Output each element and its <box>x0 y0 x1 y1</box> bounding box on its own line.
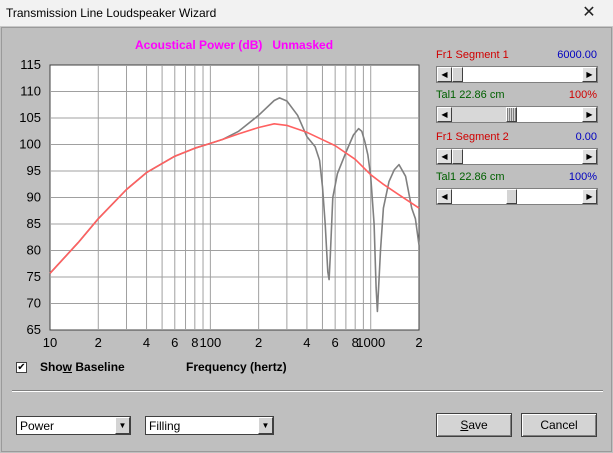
chevron-down-icon[interactable]: ▼ <box>115 417 130 434</box>
show-baseline-label-post: Baseline <box>72 360 125 374</box>
x-tick-label: 1000 <box>356 335 385 350</box>
segment2-slider[interactable]: ◀ ▶ <box>436 148 598 165</box>
cancel-button[interactable]: Cancel <box>521 413 597 437</box>
y-tick-label: 70 <box>27 296 41 311</box>
tal1-label: Tal1 22.86 cm <box>436 89 505 101</box>
y-tick-label: 75 <box>27 269 41 284</box>
material-select[interactable]: Filling ▼ <box>145 416 274 435</box>
show-baseline-checkbox[interactable]: ✔ <box>16 362 27 373</box>
mode-select[interactable]: Power ▼ <box>16 416 131 435</box>
tal1-value: 100% <box>568 89 597 101</box>
x-tick-label: 8 <box>191 335 198 350</box>
left-arrow-icon[interactable]: ◀ <box>437 189 452 204</box>
x-axis-title: Frequency (hertz) <box>186 360 287 374</box>
segment1-slider-thumb[interactable] <box>452 67 463 82</box>
show-baseline-label-pre: Sho <box>40 360 63 374</box>
y-tick-label: 90 <box>27 190 41 205</box>
y-tick-label: 110 <box>20 84 41 99</box>
slider-track <box>452 107 506 122</box>
x-tick-label: 4 <box>303 335 310 350</box>
segment2-value: 0.00 <box>575 131 597 143</box>
y-tick-label: 80 <box>27 243 41 258</box>
segment1-slider[interactable]: ◀ ▶ <box>436 66 598 83</box>
right-arrow-icon[interactable]: ▶ <box>582 189 597 204</box>
x-tick-label: 6 <box>171 335 178 350</box>
left-arrow-icon[interactable]: ◀ <box>437 107 452 122</box>
chevron-down-icon[interactable]: ▼ <box>258 417 273 434</box>
y-tick-label: 115 <box>20 57 41 72</box>
tal1b-label: Tal1 22.86 cm <box>436 171 505 183</box>
left-arrow-icon[interactable]: ◀ <box>437 67 452 82</box>
chart-title: Acoustical Power (dB) Unmasked <box>135 38 334 52</box>
tal1-slider[interactable]: ◀ ▶ <box>436 106 598 123</box>
wizard-window: Transmission Line Loudspeaker Wizard ✕ 1… <box>0 0 613 453</box>
save-label: ave <box>468 418 488 432</box>
separator <box>12 390 603 392</box>
y-tick-label: 100 <box>19 137 41 152</box>
segment1-label: Fr1 Segment 1 <box>436 49 509 61</box>
x-tick-label: 10 <box>43 335 57 350</box>
segment2-slider-thumb[interactable] <box>452 149 463 164</box>
x-tick-label: 100 <box>200 335 222 350</box>
show-baseline-accel: w <box>62 360 73 374</box>
x-tick-label: 2 <box>95 335 102 350</box>
tal1b-slider-thumb[interactable] <box>505 189 517 204</box>
x-tick-label: 4 <box>143 335 150 350</box>
save-button[interactable]: Save <box>436 413 512 437</box>
segment1-value: 6000.00 <box>557 49 597 61</box>
segment2-label: Fr1 Segment 2 <box>436 131 509 143</box>
right-arrow-icon[interactable]: ▶ <box>582 149 597 164</box>
right-arrow-icon[interactable]: ▶ <box>582 67 597 82</box>
tal1b-value: 100% <box>568 171 597 183</box>
tal1b-slider[interactable]: ◀ ▶ <box>436 188 598 205</box>
x-tick-label: 6 <box>332 335 339 350</box>
y-tick-label: 85 <box>27 216 41 231</box>
y-tick-label: 105 <box>19 110 41 125</box>
left-arrow-icon[interactable]: ◀ <box>437 149 452 164</box>
tal1-slider-thumb[interactable] <box>505 107 517 122</box>
show-baseline-label[interactable]: Show Baseline <box>40 360 125 374</box>
y-tick-label: 95 <box>27 163 41 178</box>
material-select-value: Filling <box>149 419 181 433</box>
x-tick-label: 2 <box>415 335 422 350</box>
y-tick-label: 65 <box>27 322 41 337</box>
right-arrow-icon[interactable]: ▶ <box>582 107 597 122</box>
mode-select-value: Power <box>20 419 55 433</box>
x-tick-label: 2 <box>255 335 262 350</box>
